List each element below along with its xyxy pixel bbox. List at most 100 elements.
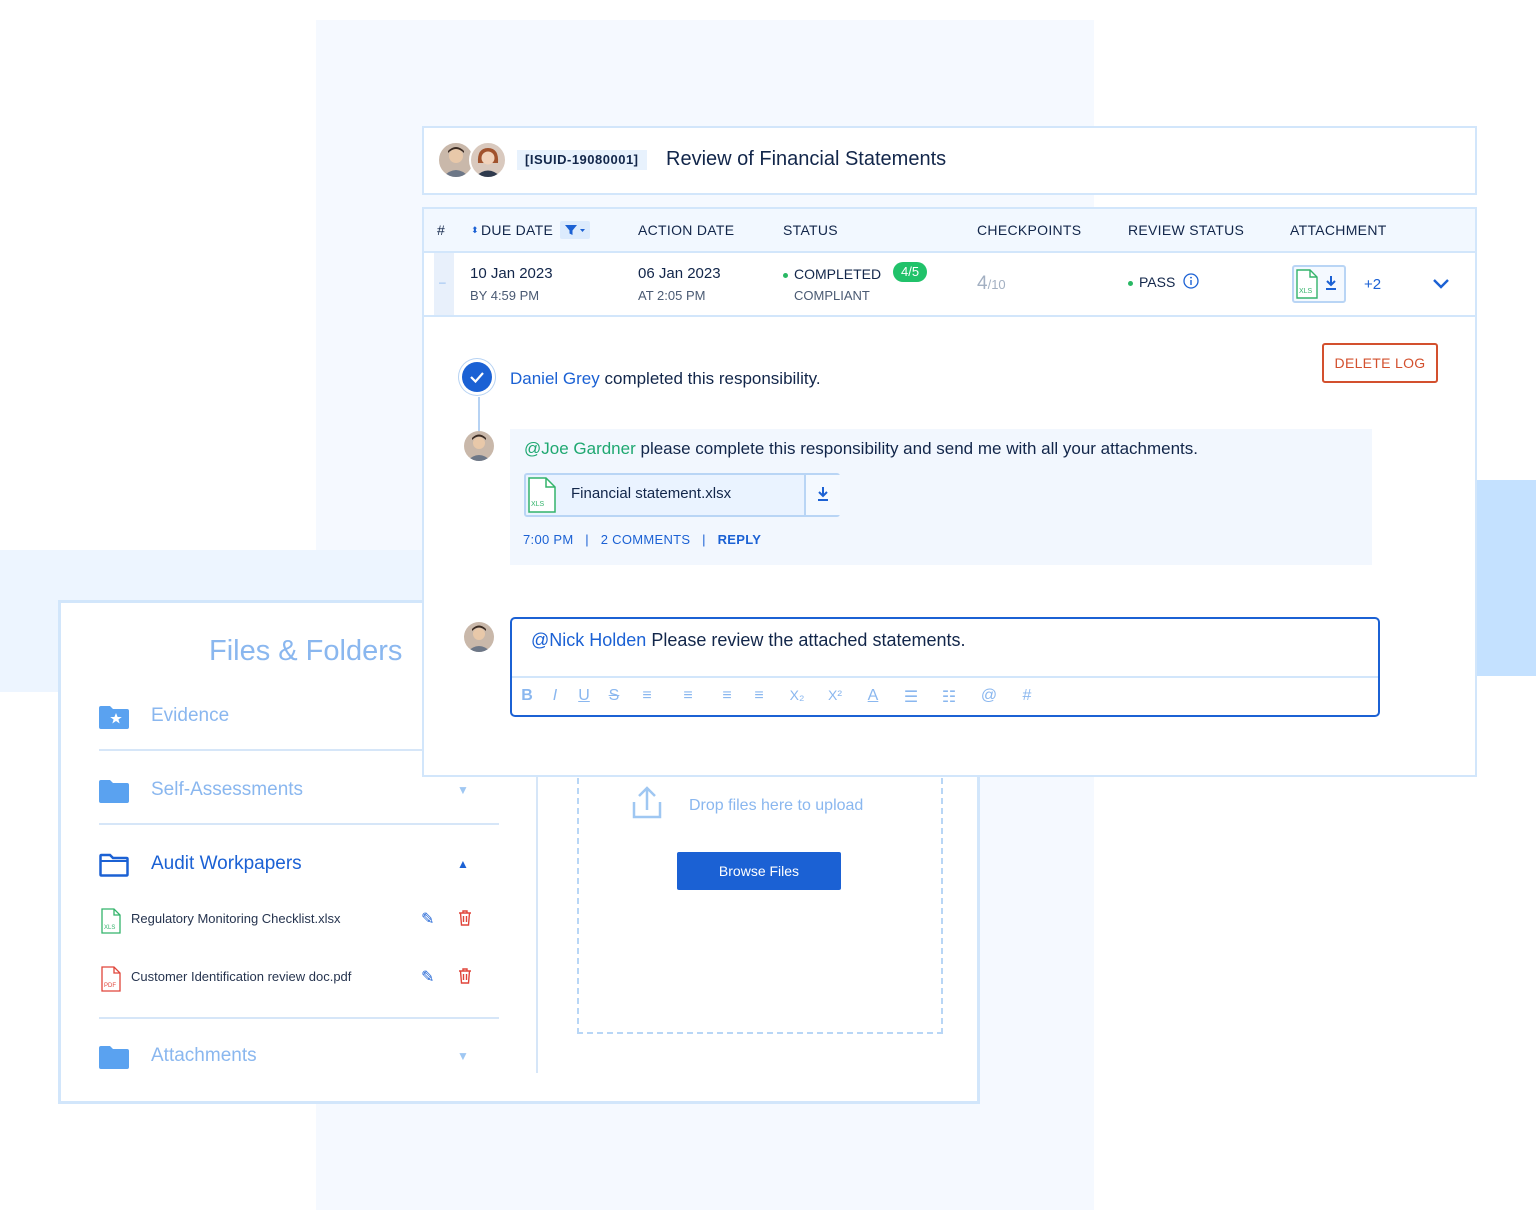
column-header: ATTACHMENT: [1290, 222, 1387, 238]
browse-files-button[interactable]: Browse Files: [677, 852, 841, 890]
folder-attachments[interactable]: Attachments ▼: [99, 1039, 499, 1079]
column-header: CHECKPOINTS: [977, 222, 1082, 238]
xls-file-icon: XLS: [1296, 269, 1318, 299]
comment-editor[interactable]: @Nick Holden Please review the attached …: [510, 617, 1380, 717]
folder-label: Audit Workpapers: [151, 853, 302, 874]
hashtag-button[interactable]: #: [1015, 687, 1039, 705]
table-header: # ⬍ DUE DATE ACTION DATE STATUS CHECKPOI…: [424, 209, 1475, 253]
pdf-file-icon: PDF: [101, 966, 121, 992]
bullet-list-button[interactable]: ☰: [899, 687, 923, 707]
file-row[interactable]: XLS Regulatory Monitoring Checklist.xlsx…: [99, 905, 479, 935]
minus-icon: –: [439, 275, 446, 289]
folder-self-assessments[interactable]: Self-Assessments ▼: [99, 773, 499, 813]
column-header: REVIEW STATUS: [1128, 222, 1245, 238]
download-icon: [818, 487, 828, 501]
comment-text: @Joe Gardner please complete this respon…: [524, 439, 1198, 459]
meta-divider: |: [585, 532, 589, 547]
meta-divider: |: [702, 532, 706, 547]
mention-button[interactable]: @: [977, 687, 1001, 705]
folder-open-icon: [99, 853, 129, 877]
action-time: AT 2:05 PM: [638, 288, 706, 303]
trash-icon[interactable]: [457, 909, 473, 927]
log-entry: Daniel Grey completed this responsibilit…: [510, 369, 821, 389]
checkpoints-done: 4: [977, 273, 988, 294]
status-text: COMPLETED: [794, 266, 882, 282]
chevron-down-icon[interactable]: [1432, 278, 1450, 290]
xls-label: XLS: [531, 501, 545, 508]
comment-time: 7:00 PM: [523, 532, 574, 547]
align-left-button[interactable]: ≡: [635, 687, 659, 705]
more-attachments[interactable]: +2: [1364, 276, 1381, 293]
status-dot: [783, 272, 788, 278]
collapse-toggle[interactable]: –: [434, 253, 454, 315]
divider: [99, 823, 499, 825]
chevron-down-icon[interactable]: ▼: [457, 1049, 469, 1063]
folder-icon: [99, 1046, 129, 1069]
editor-divider: [512, 676, 1378, 678]
filter-icon[interactable]: [560, 221, 590, 239]
responsibility-detail: # ⬍ DUE DATE ACTION DATE STATUS CHECKPOI…: [422, 207, 1477, 777]
avatar[interactable]: [469, 141, 507, 179]
file-name: Regulatory Monitoring Checklist.xlsx: [131, 911, 341, 926]
superscript-button[interactable]: X²: [823, 687, 847, 703]
align-right-button[interactable]: ≡: [715, 687, 739, 705]
action-date: 06 Jan 2023: [638, 265, 721, 282]
review-dot: [1128, 280, 1133, 286]
reply-link[interactable]: REPLY: [718, 532, 762, 547]
avatar[interactable]: [464, 431, 494, 461]
xls-file-icon: XLS: [101, 908, 121, 934]
strikethrough-button[interactable]: S: [602, 687, 626, 705]
comment-meta: 7:00 PM | 2 COMMENTS | REPLY: [523, 532, 761, 547]
editor-body: Please review the attached statements.: [646, 630, 966, 650]
align-center-button[interactable]: ≡: [676, 687, 700, 705]
files-panel-title: Files & Folders: [209, 635, 403, 667]
chevron-up-icon[interactable]: ▲: [457, 857, 469, 871]
user-link[interactable]: Daniel Grey: [510, 369, 600, 388]
folder-audit-workpapers[interactable]: Audit Workpapers ▲: [99, 847, 499, 887]
responsibility-id: [ISUID-19080001]: [517, 150, 647, 170]
panel-divider: [536, 773, 538, 1073]
column-header: STATUS: [783, 222, 838, 238]
attachment-chip[interactable]: XLS: [1292, 265, 1346, 303]
text-color-button[interactable]: A: [861, 687, 885, 705]
folder-label: Evidence: [151, 705, 230, 726]
download-icon[interactable]: [1325, 275, 1337, 291]
pdf-label: PDF: [104, 983, 116, 989]
status: COMPLETED: [783, 266, 881, 282]
file-row[interactable]: PDF Customer Identification review doc.p…: [99, 963, 479, 993]
avatar[interactable]: [464, 622, 494, 652]
trash-icon[interactable]: [457, 967, 473, 985]
italic-button[interactable]: I: [543, 687, 567, 705]
attached-file[interactable]: XLS Financial statement.xlsx: [524, 473, 840, 517]
underline-button[interactable]: U: [572, 687, 596, 705]
xls-file-icon: XLS: [528, 477, 556, 513]
xls-label: XLS: [1299, 288, 1313, 295]
pencil-icon[interactable]: ✎: [421, 967, 434, 987]
download-button[interactable]: [804, 475, 840, 515]
bold-button[interactable]: B: [515, 687, 539, 705]
upload-dropzone[interactable]: Drop files here to upload Browse Files: [577, 768, 943, 1034]
mention-link[interactable]: @Joe Gardner: [524, 439, 636, 458]
status-sub: COMPLIANT: [794, 288, 870, 303]
timeline-connector: [478, 397, 480, 433]
numbered-list-button[interactable]: ☷: [937, 687, 961, 707]
delete-log-button[interactable]: DELETE LOG: [1322, 343, 1438, 383]
checkpoints-total: /10: [987, 277, 1006, 292]
comments-link[interactable]: 2 COMMENTS: [601, 532, 691, 547]
mention-link[interactable]: @Nick Holden: [531, 630, 646, 650]
pencil-icon[interactable]: ✎: [421, 909, 434, 929]
status-badge: 4/5: [893, 262, 928, 282]
subscript-button[interactable]: X₂: [785, 687, 809, 703]
chevron-down-icon[interactable]: ▼: [457, 783, 469, 797]
table-row[interactable]: – 10 Jan 2023 BY 4:59 PM 06 Jan 2023 AT …: [424, 253, 1475, 317]
info-icon[interactable]: [1183, 273, 1199, 289]
column-header-due-date[interactable]: DUE DATE: [481, 222, 553, 238]
responsibility-header: [ISUID-19080001] Review of Financial Sta…: [422, 126, 1477, 195]
column-header: ACTION DATE: [638, 222, 735, 238]
due-time: BY 4:59 PM: [470, 288, 540, 303]
align-justify-button[interactable]: ≡: [747, 687, 771, 705]
editor-content[interactable]: @Nick Holden Please review the attached …: [531, 630, 966, 651]
sort-icon[interactable]: ⬍: [471, 225, 479, 236]
background-accent-right: [1473, 480, 1536, 676]
folder-icon: [99, 780, 129, 803]
